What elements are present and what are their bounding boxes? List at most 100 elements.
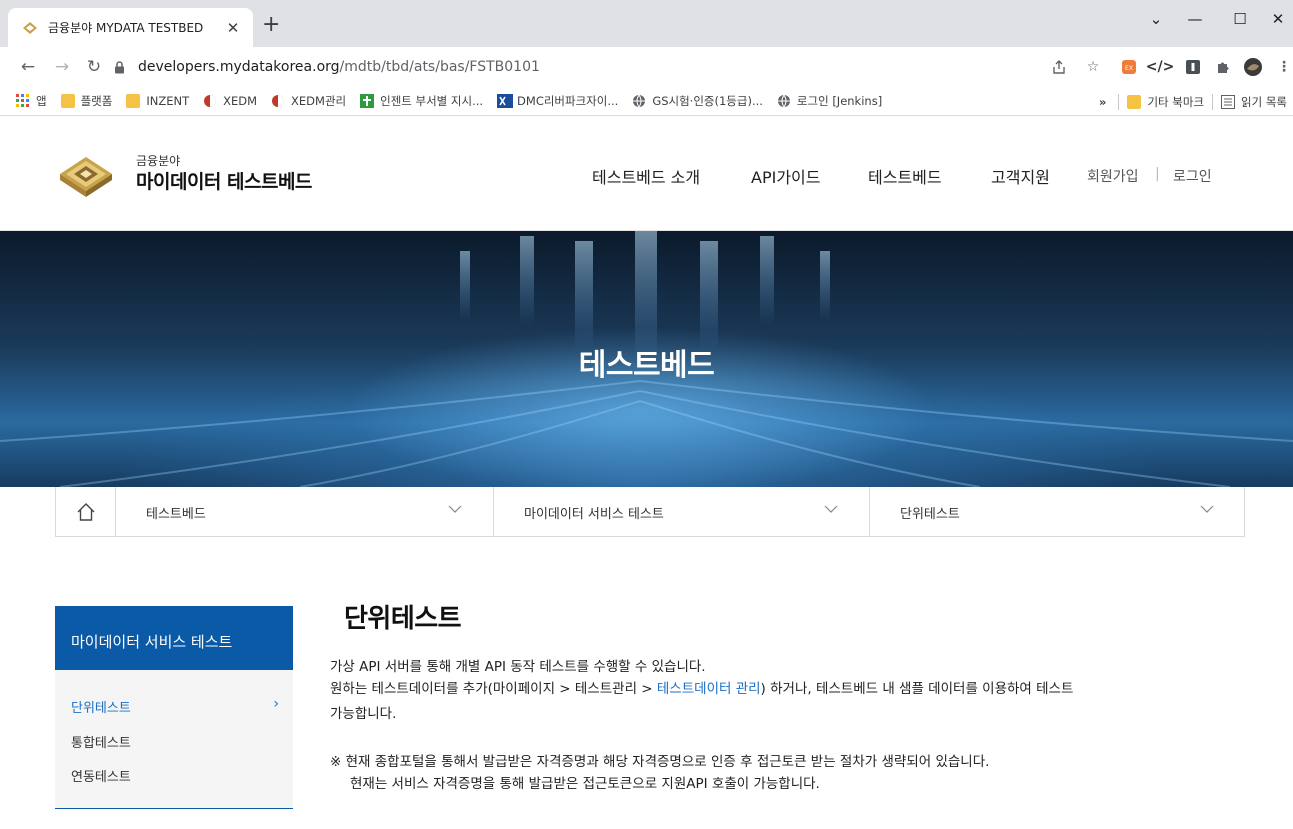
bookmark-jenkins[interactable]: 로그인 [Jenkins] [777,93,882,109]
chrome-menu-icon[interactable]: ⋮ [1274,57,1293,77]
notice-line-1: ※ 현재 종합포털을 통해서 발급받은 자격증명과 해당 자격증명으로 인증 후… [330,754,990,770]
site-header: 금융분야 마이데이터 테스트베드 테스트베드 소개 API가이드 테스트베드 고… [0,116,1293,231]
hero-banner: 테스트베드 [0,231,1293,487]
bookmark-xedm[interactable]: XEDM [203,94,257,108]
side-nav-item-integration-test[interactable]: 통합테스트 [71,732,279,751]
bookmark-label: 인젠트 부서별 지시... [380,94,484,108]
chevron-down-icon [1200,505,1214,513]
svg-text:EX: EX [1125,65,1133,72]
description-text: ) 하거나, 테스트베드 내 샘플 데이터를 이용하여 테스트 [760,681,1074,697]
new-tab-button[interactable]: + [262,14,280,36]
close-window-button[interactable]: ✕ [1263,6,1293,32]
globe-icon [632,94,646,108]
side-nav-title: 마이데이터 서비스 테스트 [55,606,293,670]
bookmark-label: XEDM [223,94,258,108]
bookmark-label: INZENT [146,94,190,108]
extensions-puzzle-icon[interactable] [1213,57,1233,77]
chevron-right-icon: › [273,696,279,712]
bookmark-star-icon[interactable]: ☆ [1083,57,1103,77]
bookmarks-bar: 앱 플랫폼 INZENT XEDM XEDM관리 인젠트 부서별 지시... D… [0,87,1293,116]
breadcrumb: 테스트베드 마이데이터 서비스 테스트 단위테스트 [55,487,1245,537]
browser-tab-strip: 금융분야 MYDATA TESTBED ✕ + ⌄ — ☐ ✕ [0,0,1293,47]
reading-list-icon [1221,94,1236,109]
bookmark-label: 읽기 목록 [1241,94,1287,109]
bookmark-apps[interactable]: 앱 [16,93,47,109]
divider [1118,93,1120,110]
chevron-down-icon [448,505,462,513]
inzent-icon [360,94,375,108]
description-line-1: 가상 API 서버를 통해 개별 API 동작 테스트를 수행할 수 있습니다. [330,659,706,675]
bookmark-gs[interactable]: GS시험·인증(1등급)... [632,93,763,109]
side-nav-item-unit-test[interactable]: 단위테스트 › [71,696,279,716]
bookmark-inzent-instructions[interactable]: 인젠트 부서별 지시... [360,93,483,109]
hero-title: 테스트베드 [578,348,715,383]
breadcrumb-label: 테스트베드 [146,507,206,522]
address-bar[interactable]: developers.mydatakorea.org/mdtb/tbd/ats/… [112,53,1112,81]
bookmark-other-folder[interactable]: 기타 북마크 [1127,94,1204,110]
home-button[interactable] [56,487,116,536]
url-path: /mdtb/tbd/ats/bas/FSTB0101 [339,59,540,75]
breadcrumb-depth1[interactable]: 테스트베드 [116,487,494,536]
browser-tab-active[interactable]: 금융분야 MYDATA TESTBED ✕ [8,8,253,47]
gnb-testbed-intro[interactable]: 테스트베드 소개 [592,164,700,188]
site-favicon-icon [22,20,38,36]
util-divider: | [1155,166,1160,182]
gnb-api-guide[interactable]: API가이드 [751,164,820,188]
logo-subtitle: 금융분야 [136,154,181,168]
site-logo[interactable]: 금융분야 마이데이터 테스트베드 [58,149,312,199]
bookmark-inzent[interactable]: INZENT [126,94,189,108]
bookmark-dmc[interactable]: DMC리버파크자이... [497,93,618,109]
tab-close-icon[interactable]: ✕ [223,19,243,37]
url-host: developers.mydatakorea.org [138,59,340,75]
xedm-icon [271,94,285,108]
maximize-button[interactable]: ☐ [1225,6,1255,32]
side-nav: 마이데이터 서비스 테스트 단위테스트 › 통합테스트 연동테스트 [55,606,293,809]
bookmark-label: 로그인 [Jenkins] [796,94,883,108]
breadcrumb-label: 단위테스트 [900,507,960,522]
home-icon [77,502,94,521]
folder-icon [1127,94,1142,109]
browser-toolbar: ← → ↻ developers.mydatakorea.org/mdtb/tb… [0,47,1293,87]
breadcrumb-depth2[interactable]: 마이데이터 서비스 테스트 [494,487,870,536]
back-button[interactable]: ← [16,55,40,79]
reading-list-button[interactable]: 읽기 목록 [1221,94,1287,110]
reload-button[interactable]: ↻ [82,55,106,79]
join-link[interactable]: 회원가입 [1087,166,1139,186]
minimize-button[interactable]: — [1180,6,1210,32]
login-link[interactable]: 로그인 [1173,166,1212,186]
breadcrumb-depth3[interactable]: 단위테스트 [870,487,1245,536]
bookmark-xedm-admin[interactable]: XEDM관리 [271,93,346,109]
bookmarks-right: » 기타 북마크 읽기 목록 [1099,87,1293,116]
side-nav-item-linkage-test[interactable]: 연동테스트 [71,766,279,785]
extension-square-icon[interactable] [1183,57,1203,77]
lock-icon[interactable] [112,60,126,74]
side-nav-item-label: 단위테스트 [71,701,131,716]
xedm-icon [203,94,217,108]
extension-ex-icon[interactable]: EX [1119,57,1139,77]
bookmark-label: DMC리버파크자이... [517,94,619,108]
notice-line-2: 현재는 서비스 자격증명을 통해 발급받은 접근토큰으로 지원API 호출이 가… [350,776,820,792]
folder-icon [126,94,141,108]
bookmark-platform[interactable]: 플랫폼 [60,93,112,109]
folder-icon [60,94,75,108]
devtools-icon[interactable]: </> [1146,57,1175,77]
bookmark-label: 앱 [36,94,47,108]
bookmark-label: XEDM관리 [291,94,347,108]
logo-mark-icon [60,157,112,197]
description-line-2: 원하는 테스트데이터를 추가(마이페이지 > 테스트관리 > 테스트데이터 관리… [330,678,1073,700]
test-data-management-link[interactable]: 테스트데이터 관리 [657,681,761,697]
tab-search-icon[interactable]: ⌄ [1141,6,1171,32]
gnb-support[interactable]: 고객지원 [991,164,1050,188]
profile-avatar[interactable] [1243,57,1263,77]
forward-button[interactable]: → [50,55,74,79]
dmc-icon [497,94,514,108]
bookmarks-overflow-button[interactable]: » [1099,95,1106,109]
globe-icon [777,94,791,108]
share-icon[interactable] [1049,57,1069,77]
apps-icon [16,94,30,108]
page-title: 단위테스트 [344,604,462,634]
bookmark-label: GS시험·인증(1등급)... [652,94,763,108]
gnb-testbed[interactable]: 테스트베드 [868,164,942,188]
breadcrumb-label: 마이데이터 서비스 테스트 [524,507,664,522]
side-nav-item-label: 연동테스트 [71,770,131,785]
